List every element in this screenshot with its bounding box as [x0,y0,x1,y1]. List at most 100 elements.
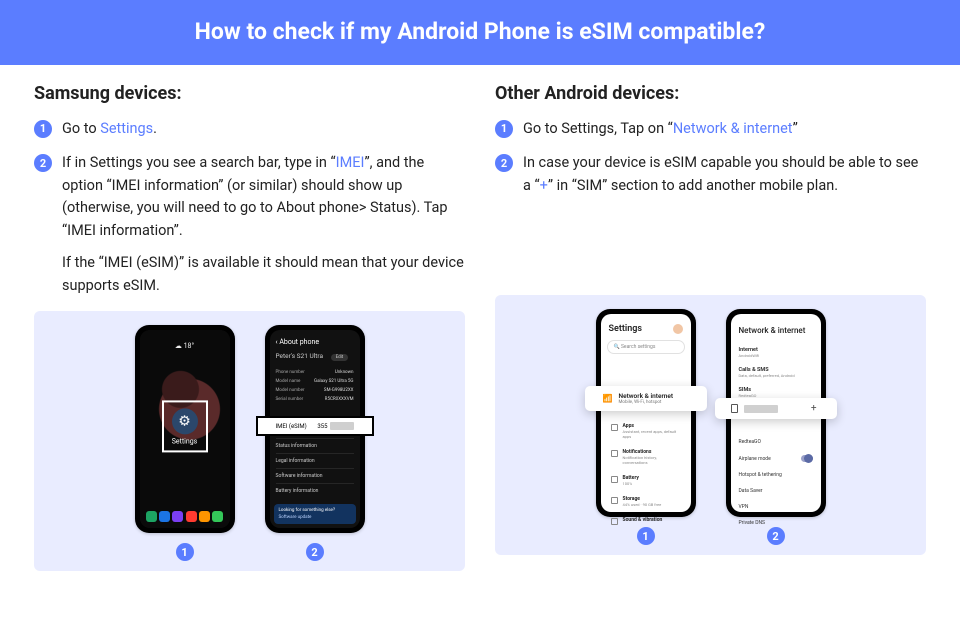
keyword-settings: Settings [100,120,153,137]
list-item: VPN [739,499,813,515]
toggle-icon [801,455,813,462]
phone-frame: Network & internet InternetAndroidWifi C… [726,309,826,517]
content-columns: Samsung devices: 1 Go to Settings. 2 If … [0,65,960,571]
other-step-2: 2 In case your device is eSIM capable yo… [495,152,926,197]
list-item: InternetAndroidWifi [739,343,813,363]
list-item: Calls & SMSData, default, preferred, And… [739,363,813,383]
samsung-screenshots: ☁ 18° ⚙ Settings [34,311,465,571]
samsung-step-2: 2 If in Settings you see a search bar, t… [34,152,465,297]
other-step-1: 1 Go to Settings, Tap on “Network & inte… [495,118,926,140]
callout-subtitle: Mobile, Wi-Fi, hotspot [618,400,673,405]
list-item: NotificationsNotification history, conve… [607,444,685,470]
keyword-plus: + [540,177,548,194]
keyword-imei: IMEI [336,154,365,171]
step-number-badge: 1 [34,120,52,138]
network-more-list: RedteaGO Airplane mode Hotspot & tetheri… [739,434,813,531]
page-title: How to check if my Android Phone is eSIM… [0,0,960,65]
list-item: Battery information [276,483,354,498]
dock-icon [146,511,157,522]
gear-icon: ⚙ [172,408,198,434]
imei-esim-callout: IMEI (eSIM) 355 [256,416,374,436]
network-internet-callout: 📶 Network & internet Mobile, Wi-Fi, hots… [585,386,707,411]
list-item: AppsAssistant, recent apps, default apps [607,418,685,444]
phone-frame: Settings 🔍 Search settings 📶 Network & i… [596,309,696,517]
about-phone-list: Status information Legal information Sof… [276,438,354,498]
samsung-steps: 1 Go to Settings. 2 If in Settings you s… [34,118,465,297]
sims-callout: + [715,398,837,419]
device-info-rows: Phone numberUnknown Model nameGalaxy S21… [270,365,360,407]
network-internet-title: Network & internet [731,314,821,343]
list-item: Private DNS [739,515,813,531]
list-item: RedteaGO [739,434,813,450]
device-name-text: Peter's S21 Ultra [276,352,324,360]
step-number-badge: 2 [495,154,513,172]
card-link: Software update [279,515,351,520]
step-text: ” in “SIM” section to add another mobile… [548,177,838,194]
samsung-heading: Samsung devices: [34,83,465,104]
phone-screen: ‹ About phone Peter's S21 Ultra Edit Pho… [270,330,360,528]
phone-screen: Network & internet InternetAndroidWifi C… [731,314,821,512]
looking-for-card: Looking for something else? Software upd… [274,504,356,524]
network-rows: InternetAndroidWifi Calls & SMSData, def… [731,343,821,403]
dock-icon [172,511,183,522]
step-text: Go to [62,120,100,137]
dock-icon [159,511,170,522]
about-phone-header: ‹ About phone [270,330,360,352]
device-name: Peter's S21 Ultra Edit [270,352,360,365]
weather-widget: ☁ 18° [140,342,230,350]
list-item: Data Saver [739,483,813,499]
plus-icon: + [807,403,821,414]
step-text: Go to Settings, Tap on “ [523,120,673,137]
samsung-shot-1: ☁ 18° ⚙ Settings [135,325,235,561]
settings-list: AppsAssistant, recent apps, default apps… [607,418,685,530]
samsung-step-1: 1 Go to Settings. [34,118,465,140]
battery-icon [611,476,618,483]
step-number-badge: 2 [34,154,52,172]
other-steps: 1 Go to Settings, Tap on “Network & inte… [495,118,926,197]
list-item: Airplane mode [739,450,813,467]
search-settings: 🔍 Search settings [607,340,685,354]
step-extra-text: If the “IMEI (eSIM)” is available it sho… [62,252,465,297]
imei-prefix: 355 [317,423,327,430]
phone-screen: Settings 🔍 Search settings 📶 Network & i… [601,314,691,512]
phone-screen: ☁ 18° ⚙ Settings [140,330,230,528]
wifi-icon: 📶 [603,394,613,403]
dock-icon [212,511,223,522]
list-item: Software information [276,468,354,483]
other-shot-2: Network & internet InternetAndroidWifi C… [726,309,826,545]
step-text: . [153,120,157,137]
other-heading: Other Android devices: [495,83,926,104]
dock-icon [199,511,210,522]
sim-icon [731,404,738,413]
notifications-icon [611,450,618,457]
imei-masked [330,422,354,430]
list-item: Battery100% [607,470,685,491]
imei-label: IMEI (eSIM) [276,423,307,430]
phone-frame: ‹ About phone Peter's S21 Ultra Edit Pho… [265,325,365,533]
other-android-column: Other Android devices: 1 Go to Settings,… [495,83,926,571]
shot-number-badge: 2 [306,543,324,561]
storage-icon [611,497,618,504]
samsung-column: Samsung devices: 1 Go to Settings. 2 If … [34,83,465,571]
phone-frame: ☁ 18° ⚙ Settings [135,325,235,533]
app-dock [146,511,224,522]
list-item: Sound & vibration [607,512,685,530]
apps-icon [611,424,618,431]
keyword-network-internet: Network & internet [673,120,793,137]
other-screenshots: Settings 🔍 Search settings 📶 Network & i… [495,295,926,555]
shot-number-badge: 1 [176,543,194,561]
avatar-icon [673,324,683,334]
sound-icon [611,518,618,525]
list-item: Status information [276,438,354,453]
edit-button: Edit [331,354,349,361]
samsung-shot-2: ‹ About phone Peter's S21 Ultra Edit Pho… [265,325,365,561]
settings-title: Settings [601,314,691,340]
dock-icon [186,511,197,522]
step-text: If in Settings you see a search bar, typ… [62,154,336,171]
step-number-badge: 1 [495,120,513,138]
list-item: Storage44% used · 90 GB free [607,491,685,512]
other-shot-1: Settings 🔍 Search settings 📶 Network & i… [596,309,696,545]
step-text: ” [793,120,798,137]
list-item: Legal information [276,453,354,468]
settings-app-highlight: ⚙ Settings [162,401,208,453]
